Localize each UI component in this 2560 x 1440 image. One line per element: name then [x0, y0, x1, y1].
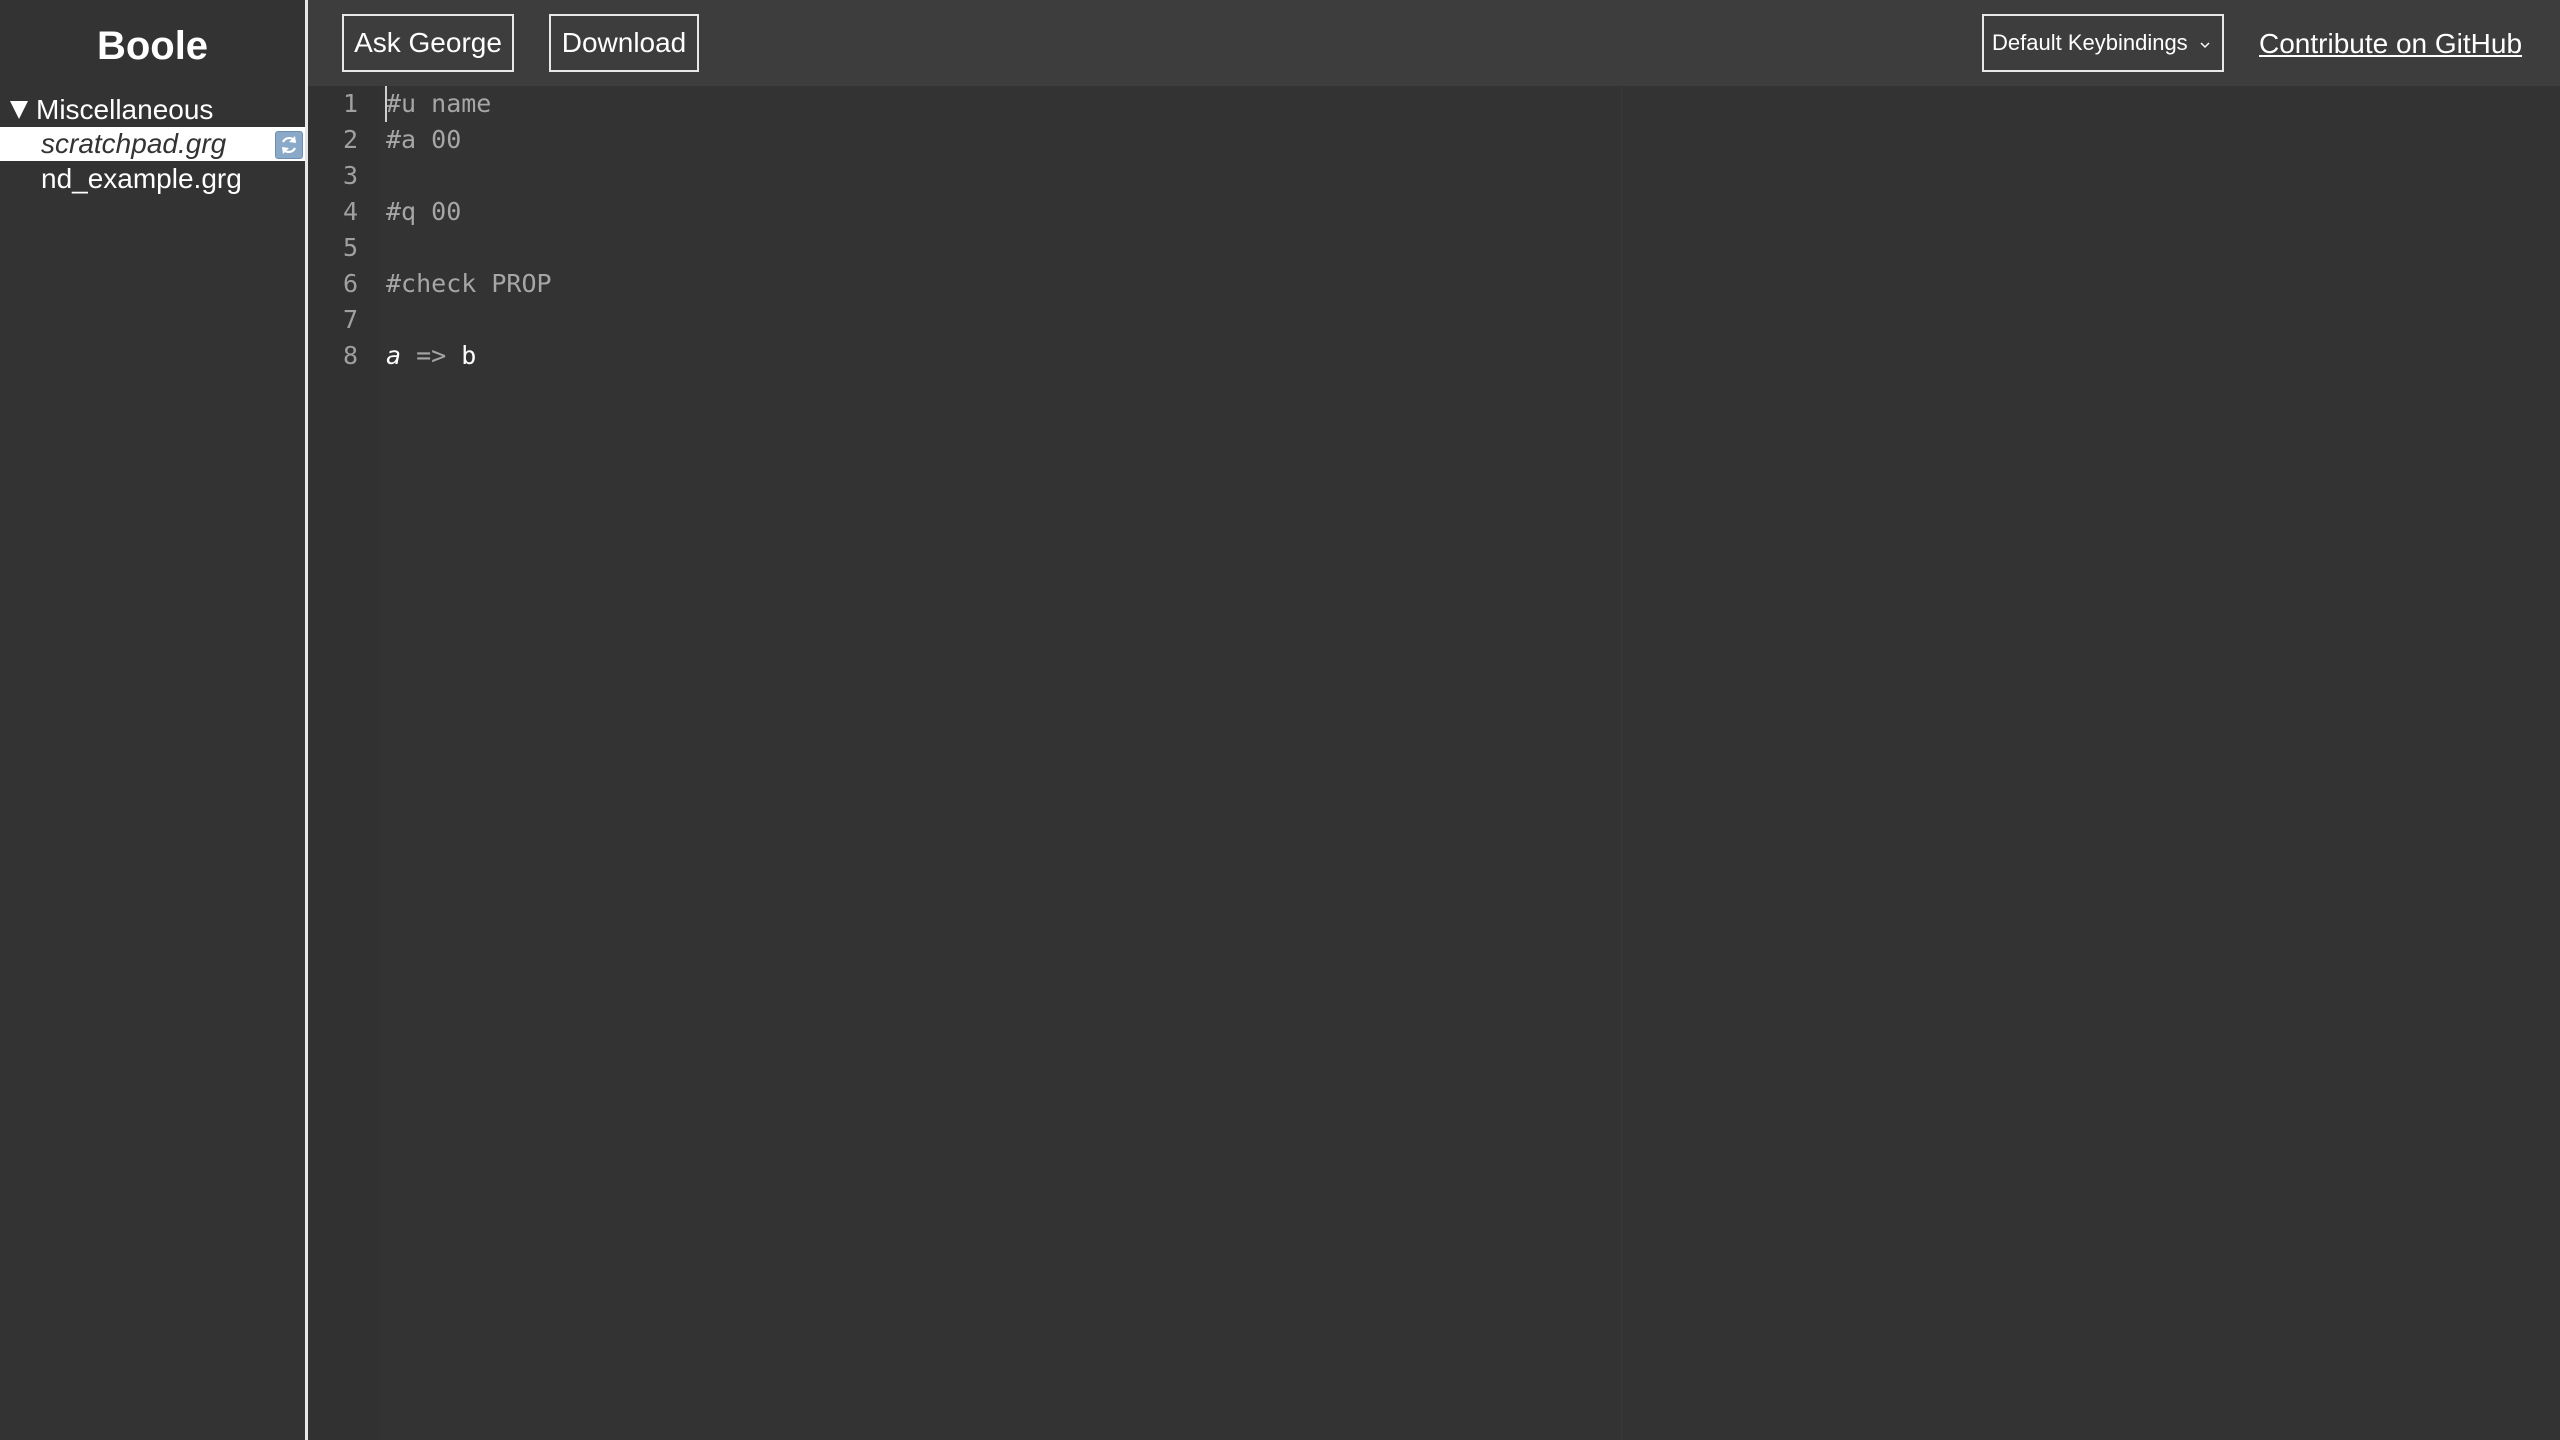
ask-george-button[interactable]: Ask George: [342, 14, 514, 72]
app-title: Boole: [96, 24, 209, 68]
line-number: 7: [342, 305, 358, 334]
reload-icon[interactable]: [275, 131, 303, 159]
file-item-scratchpad[interactable]: scratchpad.grg: [0, 127, 305, 161]
download-button[interactable]: Download: [549, 14, 699, 72]
file-label: nd_example.grg: [41, 163, 242, 194]
code-token-variable: a: [386, 341, 402, 370]
folder-miscellaneous[interactable]: Miscellaneous: [8, 92, 213, 128]
chevron-down-icon: [2200, 42, 2210, 49]
file-item-nd-example[interactable]: nd_example.grg: [0, 162, 305, 196]
code-editor[interactable]: 1 2 3 4 5 6 7 8 #u name #a 00 #q 00 #che…: [308, 86, 2560, 1440]
line-number-gutter: 1 2 3 4 5 6 7 8: [308, 86, 380, 1440]
line-number: 1: [342, 89, 358, 118]
code-token-operator: =>: [416, 341, 447, 370]
sidebar: Boole Miscellaneous scratchpad.grg nd_ex…: [0, 0, 308, 1440]
folder-label: Miscellaneous: [36, 94, 214, 125]
line-number: 3: [342, 161, 358, 190]
app-window: Boole Miscellaneous scratchpad.grg nd_ex…: [0, 0, 2560, 1440]
code-token-variable: b: [461, 341, 477, 370]
keybindings-select[interactable]: Default Keybindings: [1982, 14, 2224, 72]
code-line[interactable]: #check PROP: [386, 266, 552, 302]
line-number: 4: [342, 197, 358, 226]
line-number: 5: [342, 233, 358, 262]
code-line[interactable]: a => b: [386, 338, 476, 374]
github-link[interactable]: Contribute on GitHub: [2259, 22, 2522, 66]
toolbar: Ask George Download Default Keybindings …: [308, 0, 2560, 86]
code-line[interactable]: #u name: [386, 86, 491, 122]
line-number: 8: [342, 341, 358, 370]
code-line[interactable]: #q 00: [386, 194, 461, 230]
triangle-down-icon[interactable]: [10, 101, 28, 119]
line-number: 2: [342, 125, 358, 154]
print-margin: [1621, 86, 1622, 1440]
file-label: scratchpad.grg: [41, 128, 227, 159]
code-line[interactable]: #a 00: [386, 122, 461, 158]
keybindings-selected-value: Default Keybindings: [1992, 30, 2188, 55]
line-number: 6: [342, 269, 358, 298]
text-cursor: [385, 86, 387, 122]
